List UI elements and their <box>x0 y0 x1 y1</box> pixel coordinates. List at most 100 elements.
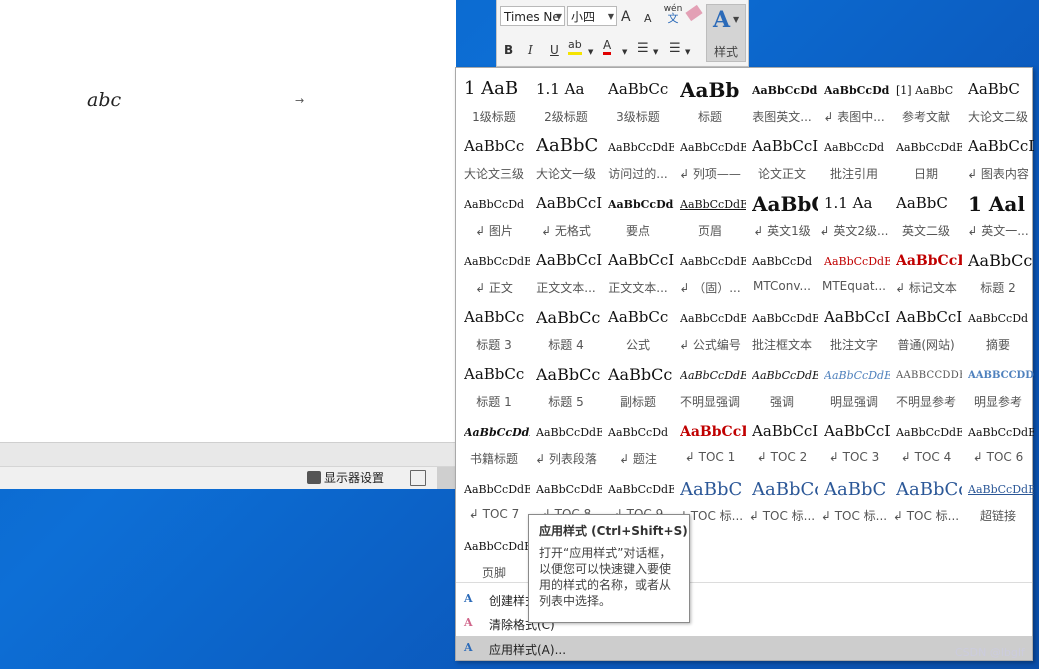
style-item[interactable]: AaBbCc 标题 1 <box>458 355 530 412</box>
style-item[interactable]: AaBbCcDd MTConv... <box>746 241 818 298</box>
display-settings-button[interactable]: 显示器设置 <box>307 469 384 486</box>
style-item[interactable]: AaBbCc ↲ TOC 标... <box>746 469 818 526</box>
chevron-down-icon[interactable]: ▼ <box>685 43 690 61</box>
style-item[interactable]: AaBbC 大论文一级 <box>530 127 602 184</box>
style-item[interactable]: AaBbCcD ↲ TOC 3 <box>818 412 890 469</box>
style-item[interactable]: AaBbCcDd 摘要 <box>962 298 1034 355</box>
italic-button[interactable]: I <box>528 41 533 59</box>
style-item[interactable]: AaBbCcI 普通(网站) <box>890 298 962 355</box>
style-item[interactable]: AaBbCcDdE ↲ 列项—— <box>674 127 746 184</box>
numbering-icon[interactable]: ☰ <box>669 40 681 58</box>
style-item[interactable]: AaBbCcDd ↲ 图片 <box>458 184 530 241</box>
style-item[interactable]: AaBbCcDdE 页脚 <box>458 526 530 583</box>
font-color-button[interactable]: A <box>603 38 612 55</box>
style-item[interactable]: AaBbCc 公式 <box>602 298 674 355</box>
style-item[interactable]: AaBbCc 副标题 <box>602 355 674 412</box>
style-item[interactable]: AaBbC ↲ 英文1级 <box>746 184 818 241</box>
style-item[interactable]: AaBbCcDdE 强调 <box>746 355 818 412</box>
style-item[interactable]: AaBbCcDdE 书籍标题 <box>458 412 530 469</box>
style-item[interactable]: AaBbCcI ↲ 标记文本 <box>890 241 962 298</box>
style-item[interactable]: AABBCCDDE 明显参考 <box>962 355 1034 412</box>
font-name-select[interactable]: Times Ne ▼ <box>500 6 565 26</box>
style-item[interactable]: AaBbCcI 正文文本... <box>530 241 602 298</box>
print-layout-icon[interactable] <box>437 467 456 489</box>
style-item[interactable]: AaBbCcI ↲ TOC 1 <box>674 412 746 469</box>
document-text[interactable]: abc <box>87 89 121 111</box>
style-preview: AaBbCcDdE <box>896 426 962 439</box>
style-item[interactable]: AaBbCcDdE 访问过的... <box>602 127 674 184</box>
style-item[interactable]: 1.1 Aa 2级标题 <box>530 70 602 127</box>
style-item[interactable]: AaBbCc 标题 5 <box>530 355 602 412</box>
document-page[interactable]: abc → <box>0 0 456 442</box>
style-item[interactable]: AaBbCcDd 表图英文... <box>746 70 818 127</box>
style-item[interactable]: 1 AaB 1级标题 <box>458 70 530 127</box>
style-item[interactable]: AaBbCcDdE 日期 <box>890 127 962 184</box>
style-item[interactable]: AaBbCcDdE 不明显强调 <box>674 355 746 412</box>
style-item[interactable]: AaBbCcDdE ↲ 列表段落 <box>530 412 602 469</box>
bold-button[interactable]: B <box>504 41 513 59</box>
chevron-down-icon: ▼ <box>607 12 614 21</box>
style-item[interactable]: AaBbCcDd ↲ 题注 <box>602 412 674 469</box>
style-name: MTEquat... <box>822 279 886 293</box>
style-item[interactable]: AaBbCc 3级标题 <box>602 70 674 127</box>
style-item[interactable]: AaBbCcDd ↲ 表图中... <box>818 70 890 127</box>
style-name: 公式 <box>625 338 650 352</box>
underline-button[interactable]: U <box>550 41 559 59</box>
style-item[interactable]: AaBbCcI ↲ 无格式 <box>530 184 602 241</box>
style-item[interactable]: [1] AaBbC 参考文献 <box>890 70 962 127</box>
style-item[interactable]: AaBbCcDdE ↲ （固）... <box>674 241 746 298</box>
style-preview: AaBbCcDdE <box>752 369 818 382</box>
style-item[interactable]: 1.1 Aa ↲ 英文2级... <box>818 184 890 241</box>
style-item[interactable]: AaBbCcDdE ↲ 正文 <box>458 241 530 298</box>
style-item[interactable]: AaBbCcDdE ↲ TOC 7 <box>458 469 530 526</box>
styles-button[interactable]: A ▼ 样式 <box>706 4 746 62</box>
style-item[interactable]: AaBbCc 标题 4 <box>530 298 602 355</box>
style-item[interactable]: AaBbCcDdE 要点 <box>602 184 674 241</box>
shrink-font-button[interactable]: A <box>644 10 652 28</box>
style-item[interactable]: AaBbC 大论文二级 <box>962 70 1034 127</box>
grow-font-button[interactable]: A <box>621 8 631 26</box>
style-item[interactable]: AABBCCDDE 不明显参考 <box>890 355 962 412</box>
style-item[interactable]: AaBbCc 标题 3 <box>458 298 530 355</box>
style-item[interactable]: AaBbCcI ↲ TOC 2 <box>746 412 818 469</box>
style-item[interactable]: AaBbCcI 批注文字 <box>818 298 890 355</box>
phonetic-guide-button[interactable]: wén 文 <box>663 4 683 26</box>
highlight-button[interactable]: ab <box>568 38 582 55</box>
style-name: 标题 <box>697 110 722 124</box>
style-item[interactable]: AaBbCcDdE 批注框文本 <box>746 298 818 355</box>
horizontal-scrollbar[interactable] <box>0 442 456 467</box>
font-size-select[interactable]: 小四 ▼ <box>567 6 617 26</box>
chevron-down-icon[interactable]: ▼ <box>588 43 593 61</box>
style-item[interactable]: AaBb 标题 <box>674 70 746 127</box>
style-name: 正文文本... <box>536 281 596 295</box>
style-preview: AaBbCcDdE <box>464 483 530 496</box>
styles-label: 样式 <box>713 45 738 59</box>
style-item[interactable]: AaBbC 英文二级 <box>890 184 962 241</box>
style-item[interactable]: AaBbCcDdE ↲ 公式编号 <box>674 298 746 355</box>
style-item[interactable]: AaBbCc 标题 2 <box>962 241 1034 298</box>
style-item[interactable]: AaBbCcDdE MTEquat... <box>818 241 890 298</box>
style-item[interactable]: AaBbCcI 正文文本... <box>602 241 674 298</box>
style-item[interactable]: AaBbCcDdE 页眉 <box>674 184 746 241</box>
apply-style-menu-item[interactable]: A 应用样式(A)... <box>456 636 1032 660</box>
style-preview: AaBbCcDd <box>752 255 813 268</box>
style-item[interactable]: AaBbCc ↲ TOC 标... <box>890 469 962 526</box>
style-name: ↲ 英文2级... <box>819 224 889 238</box>
chevron-down-icon[interactable]: ▼ <box>622 43 627 61</box>
style-item[interactable]: AaBbCc 大论文三级 <box>458 127 530 184</box>
style-item[interactable]: AaBbCcDc ↲ 图表内容 <box>962 127 1034 184</box>
style-item[interactable]: AaBbCcDdE ↲ TOC 6 <box>962 412 1034 469</box>
style-item[interactable]: 1 Aal ↲ 英文一... <box>962 184 1034 241</box>
read-mode-icon[interactable] <box>410 470 426 486</box>
style-item[interactable]: AaBbCcI 论文正文 <box>746 127 818 184</box>
style-item[interactable]: AaBbCcDdE ↲ TOC 4 <box>890 412 962 469</box>
chevron-down-icon[interactable]: ▼ <box>653 43 658 61</box>
style-item[interactable]: AaBbCcDdE 超链接 <box>962 469 1034 526</box>
bullets-icon[interactable]: ☰ <box>637 40 649 58</box>
style-preview: AaBbCcD <box>824 422 890 440</box>
style-name: 副标题 <box>619 395 656 409</box>
style-item[interactable]: AaBbCcDd 批注引用 <box>818 127 890 184</box>
clear-formatting-icon[interactable] <box>685 4 703 22</box>
style-item[interactable]: AaBbCcDdE 明显强调 <box>818 355 890 412</box>
style-item[interactable]: AaBbC ↲ TOC 标... <box>818 469 890 526</box>
